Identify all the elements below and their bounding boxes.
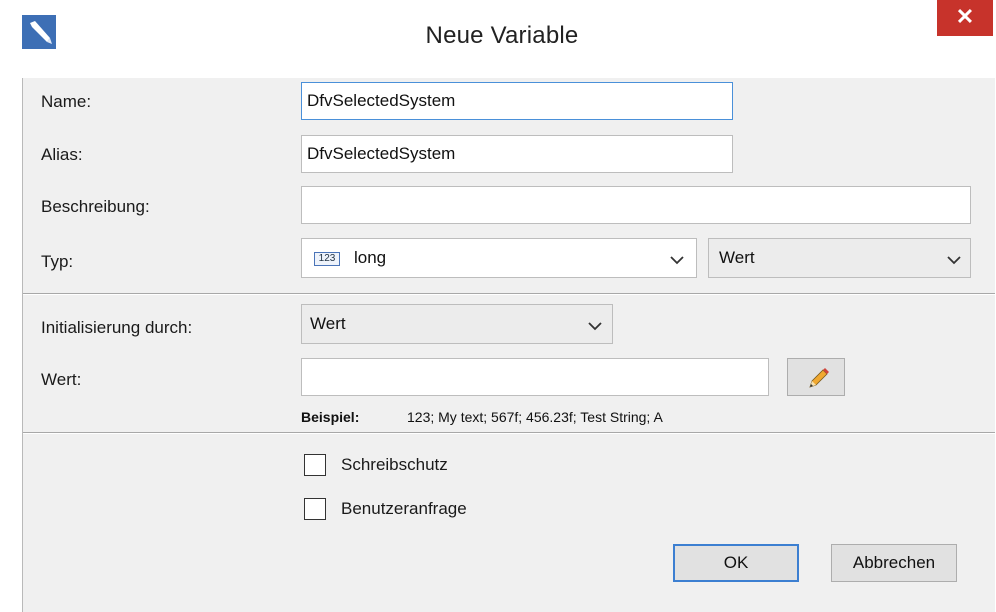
alias-label: Alias: xyxy=(41,145,83,164)
edit-value-button[interactable] xyxy=(787,358,845,396)
cancel-button[interactable]: Abbrechen xyxy=(831,544,957,582)
example-label: Beispiel: xyxy=(301,409,360,425)
userquery-checkbox[interactable] xyxy=(304,498,326,520)
type-select-value: long xyxy=(354,248,387,267)
wert-input[interactable] xyxy=(301,358,769,396)
section-divider-highlight xyxy=(23,433,995,434)
type-mode-select[interactable]: Wert xyxy=(708,238,971,278)
ok-button[interactable]: OK xyxy=(673,544,799,582)
chevron-down-icon xyxy=(588,322,602,331)
init-label: Initialisierung durch: xyxy=(41,318,193,337)
readonly-checkbox[interactable] xyxy=(304,454,326,476)
init-select[interactable]: Wert xyxy=(301,304,613,344)
numeric-type-icon: 123 xyxy=(314,252,340,266)
close-button[interactable]: ✕ xyxy=(937,0,993,36)
type-select[interactable]: 123 long xyxy=(301,238,697,278)
close-icon: ✕ xyxy=(955,4,975,29)
description-label: Beschreibung: xyxy=(41,197,150,216)
example-text: 123; My text; 567f; 456.23f; Test String… xyxy=(407,409,663,425)
window-title: Neue Variable xyxy=(425,22,579,49)
dialog-window: Neue Variable ✕ Name: DfvSelectedSystem … xyxy=(0,0,996,612)
name-label: Name: xyxy=(41,92,92,111)
chevron-down-icon xyxy=(947,256,961,265)
chevron-down-icon xyxy=(670,256,684,265)
description-input[interactable] xyxy=(301,186,971,224)
dialog-body: Name: DfvSelectedSystem Alias: DfvSelect… xyxy=(22,78,995,612)
type-label: Typ: xyxy=(41,252,74,271)
window-left-border xyxy=(0,0,4,612)
wert-label: Wert: xyxy=(41,370,82,389)
title-bar[interactable]: Neue Variable xyxy=(8,0,996,78)
type-mode-select-value: Wert xyxy=(719,248,755,267)
init-select-value: Wert xyxy=(310,314,346,333)
pencil-icon xyxy=(809,368,829,388)
readonly-label[interactable]: Schreibschutz xyxy=(341,455,448,475)
alias-input[interactable]: DfvSelectedSystem xyxy=(301,135,733,173)
section-divider-highlight xyxy=(23,294,995,295)
userquery-label[interactable]: Benutzeranfrage xyxy=(341,499,467,519)
name-input[interactable]: DfvSelectedSystem xyxy=(301,82,733,120)
